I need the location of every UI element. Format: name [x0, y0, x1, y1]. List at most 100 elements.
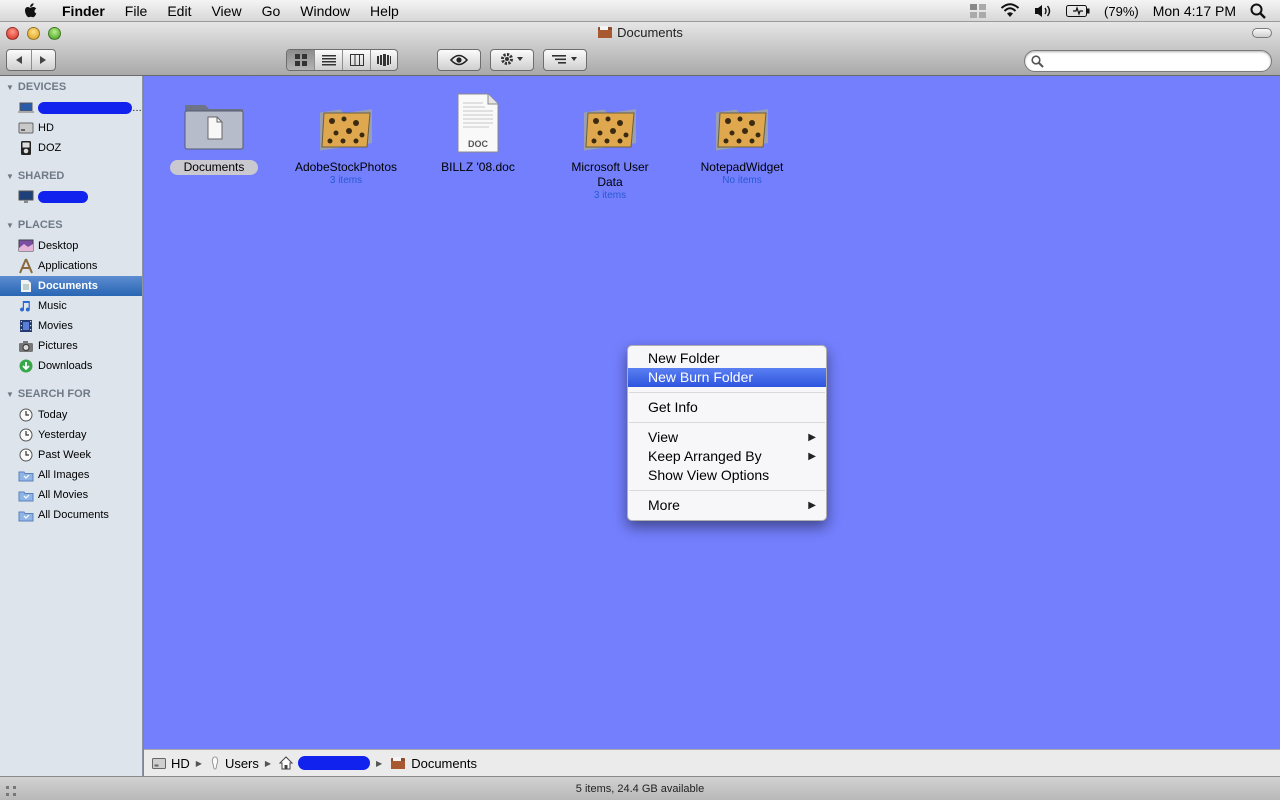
toolbar-toggle-button[interactable]	[1252, 28, 1272, 38]
menu-separator	[629, 490, 825, 491]
edit-menu[interactable]: Edit	[157, 0, 201, 22]
menu-clock[interactable]: Mon 4:17 PM	[1153, 3, 1236, 19]
sidebar-item-pictures[interactable]: Pictures	[0, 336, 142, 356]
arrange-button[interactable]	[544, 50, 586, 70]
submenu-arrow-icon: ▶	[808, 451, 816, 462]
sidebar-item-downloads[interactable]: Downloads	[0, 356, 142, 376]
menu-item-new-folder[interactable]: New Folder	[628, 349, 826, 368]
applications-icon	[18, 258, 34, 274]
sidebar-item-applications[interactable]: Applications	[0, 256, 142, 276]
file-menu[interactable]: File	[115, 0, 158, 22]
cover-flow-button[interactable]	[371, 50, 397, 70]
hard-drive-icon	[18, 120, 34, 136]
sidebar-item-all-images[interactable]: All Images	[0, 465, 142, 485]
menu-separator	[629, 422, 825, 423]
documents-icon	[18, 278, 34, 294]
go-menu[interactable]: Go	[252, 0, 291, 22]
search-icon	[1031, 55, 1044, 71]
smart-folder-icon	[18, 487, 34, 503]
sidebar-item-all-documents[interactable]: All Documents	[0, 505, 142, 525]
file-item-notepadwidget[interactable]: NotepadWidget No items	[677, 88, 807, 187]
sidebar-item-computer[interactable]: …	[0, 98, 142, 118]
music-note-icon	[18, 298, 34, 314]
finder-menu[interactable]: Finder	[52, 0, 115, 22]
path-separator-icon: ▶	[264, 758, 272, 768]
sidebar-item-desktop[interactable]: Desktop	[0, 236, 142, 256]
search-field[interactable]	[1024, 50, 1272, 72]
menu-item-view[interactable]: View ▶	[628, 428, 826, 447]
file-name: BILLZ '08.doc	[441, 160, 515, 174]
clock-icon	[18, 407, 34, 423]
devices-header[interactable]: ▼ DEVICES	[6, 81, 66, 93]
clock-icon	[18, 427, 34, 443]
path-separator-icon: ▶	[376, 758, 383, 768]
help-menu[interactable]: Help	[360, 0, 409, 22]
disclosure-triangle-icon: ▼	[6, 389, 14, 399]
file-item-billz-doc[interactable]: DOC BILLZ '08.doc	[413, 88, 543, 175]
submenu-arrow-icon: ▶	[808, 432, 816, 443]
apple-menu-icon[interactable]	[20, 2, 42, 19]
places-header[interactable]: ▼ PLACES	[6, 219, 63, 231]
path-segment-hd[interactable]: HD	[152, 756, 190, 771]
sidebar-item-all-movies[interactable]: All Movies	[0, 485, 142, 505]
sidebar-item-shared-computer[interactable]	[0, 187, 142, 207]
search-for-header[interactable]: ▼ SEARCH FOR	[6, 388, 91, 400]
menu-item-new-burn-folder[interactable]: New Burn Folder	[628, 368, 826, 387]
sidebar-item-music[interactable]: Music	[0, 296, 142, 316]
list-view-button[interactable]	[315, 50, 343, 70]
battery-icon[interactable]	[1066, 5, 1090, 17]
menu-item-more[interactable]: More ▶	[628, 496, 826, 515]
arrange-control	[543, 49, 587, 71]
spaces-icon[interactable]	[970, 4, 987, 18]
download-arrow-icon	[18, 358, 34, 374]
file-item-adobestockphotos[interactable]: AdobeStockPhotos 3 items	[281, 88, 411, 187]
doc-badge: DOC	[468, 139, 489, 149]
path-segment-documents[interactable]: Documents	[390, 756, 477, 771]
menu-bar: Finder File Edit View Go Window Help (79…	[0, 0, 1280, 22]
menu-item-keep-arranged-by[interactable]: Keep Arranged By ▶	[628, 447, 826, 466]
shared-header[interactable]: ▼ SHARED	[6, 170, 64, 182]
sidebar-item-past-week[interactable]: Past Week	[0, 445, 142, 465]
status-bar: 5 items, 24.4 GB available	[0, 776, 1280, 800]
forward-button[interactable]	[32, 50, 56, 70]
sidebar-item-documents[interactable]: Documents	[0, 276, 142, 296]
film-icon	[18, 318, 34, 334]
back-button[interactable]	[7, 50, 32, 70]
file-item-documents[interactable]: Documents	[149, 88, 279, 175]
sidebar-item-today[interactable]: Today	[0, 405, 142, 425]
path-segment-users[interactable]: Users	[210, 756, 259, 771]
submenu-arrow-icon: ▶	[808, 500, 816, 511]
search-input[interactable]	[1049, 53, 1264, 69]
menu-item-get-info[interactable]: Get Info	[628, 398, 826, 417]
volume-icon[interactable]	[1034, 4, 1052, 18]
sidebar-item-hd[interactable]: HD	[0, 118, 142, 138]
resize-grip-icon[interactable]	[6, 783, 18, 800]
disclosure-triangle-icon: ▼	[6, 220, 14, 230]
window-toolbar: Documents	[0, 22, 1280, 76]
desktop-icon	[18, 238, 34, 254]
action-control	[490, 49, 534, 71]
column-view-button[interactable]	[343, 50, 371, 70]
path-segment-home[interactable]	[279, 756, 371, 770]
sidebar-item-doz[interactable]: DOZ	[0, 138, 142, 158]
action-gear-button[interactable]	[491, 50, 533, 70]
menu-item-show-view-options[interactable]: Show View Options	[628, 466, 826, 485]
redacted-shared-name	[38, 191, 88, 203]
window-title: Documents	[0, 25, 1280, 42]
icon-view-button[interactable]	[287, 50, 315, 70]
sidebar: ▼ DEVICES … HD DOZ ▼ SHARED ▼ PLACES Deskto…	[0, 76, 143, 776]
wifi-icon[interactable]	[1000, 3, 1020, 19]
documents-folder-icon	[597, 25, 613, 42]
sidebar-item-yesterday[interactable]: Yesterday	[0, 425, 142, 445]
quick-look-button[interactable]	[438, 50, 480, 70]
redacted-computer-name	[38, 102, 132, 114]
documents-folder-icon	[390, 756, 406, 770]
disclosure-triangle-icon: ▼	[6, 82, 14, 92]
ipod-icon	[18, 140, 34, 156]
window-menu[interactable]: Window	[290, 0, 360, 22]
spotlight-icon[interactable]	[1250, 3, 1266, 19]
view-menu[interactable]: View	[201, 0, 251, 22]
file-item-microsoft-user-data[interactable]: Microsoft User Data 3 items	[545, 88, 675, 202]
home-icon	[279, 756, 294, 770]
sidebar-item-movies[interactable]: Movies	[0, 316, 142, 336]
